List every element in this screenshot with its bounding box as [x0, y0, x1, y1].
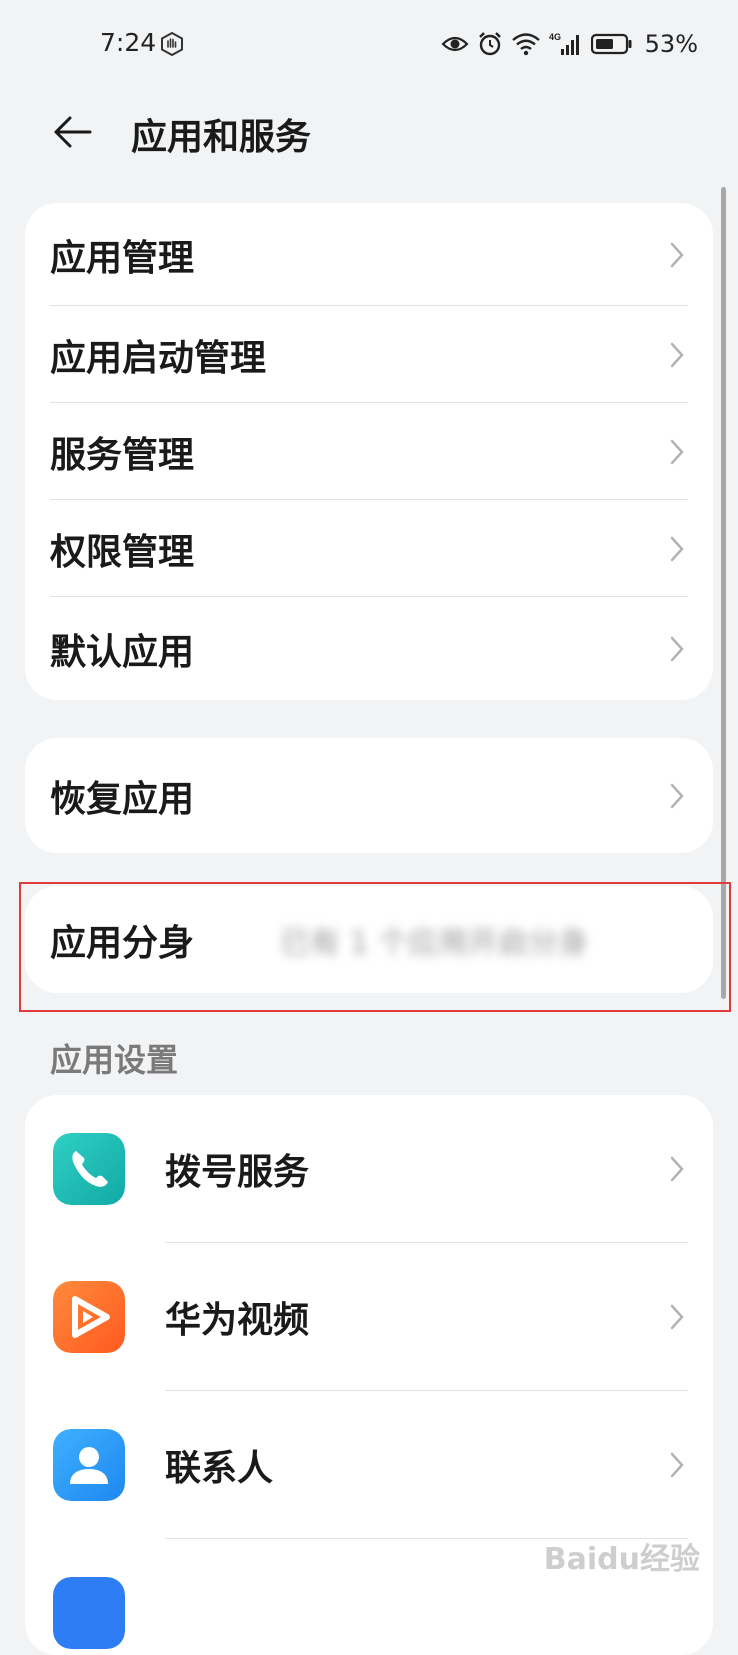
- chevron-right-icon: [670, 536, 684, 561]
- status-time: 7:24: [100, 28, 157, 57]
- list-item-label: 应用启动管理: [50, 337, 267, 379]
- alarm-icon: [478, 32, 501, 56]
- chevron-right-icon: [670, 342, 684, 367]
- list-item-app-management[interactable]: 应用管理: [25, 203, 713, 306]
- list-item-service-management[interactable]: 服务管理: [25, 403, 713, 500]
- highlight-annotation: [19, 882, 731, 1012]
- chevron-right-icon: [670, 1452, 684, 1478]
- video-icon: [53, 1281, 125, 1353]
- chevron-right-icon: [670, 783, 684, 808]
- app-bar: 应用和服务: [0, 92, 738, 180]
- settings-group-app-management: 应用管理 应用启动管理 服务管理 权限管理 默认应用: [25, 203, 713, 700]
- list-item-label: 应用管理: [50, 237, 195, 279]
- phone-icon: [53, 1133, 125, 1205]
- settings-group-restore: 恢复应用: [25, 738, 713, 853]
- list-item-app-launch[interactable]: 应用启动管理: [25, 306, 713, 403]
- chevron-right-icon: [670, 1304, 684, 1330]
- list-item-label: 服务管理: [50, 434, 195, 476]
- list-item-label: 权限管理: [50, 531, 195, 573]
- list-item-label: 联系人: [165, 1448, 274, 1489]
- wifi-icon: [511, 33, 540, 56]
- app-icon: [53, 1577, 125, 1649]
- list-item-label: 恢复应用: [50, 778, 195, 820]
- list-item-contacts[interactable]: 联系人: [25, 1391, 713, 1539]
- back-arrow-icon[interactable]: [50, 110, 94, 154]
- page-title: 应用和服务: [131, 117, 312, 158]
- contacts-icon: [53, 1429, 125, 1501]
- chevron-right-icon: [670, 439, 684, 464]
- list-item-label: 华为视频: [165, 1300, 310, 1341]
- list-item-permissions[interactable]: 权限管理: [25, 500, 713, 597]
- list-item-label: 默认应用: [50, 631, 195, 673]
- chevron-right-icon: [670, 1156, 684, 1182]
- section-header-app-settings: 应用设置: [50, 1041, 179, 1079]
- status-bar: 7:24 4G 53%: [0, 0, 738, 92]
- chevron-right-icon: [670, 636, 684, 661]
- watermark: Baidu经验: [543, 1542, 700, 1577]
- list-item-restore-apps[interactable]: 恢复应用: [25, 738, 713, 853]
- battery-icon: [590, 33, 632, 55]
- chevron-right-icon: [670, 242, 684, 267]
- scrollbar[interactable]: [721, 187, 726, 999]
- list-item-huawei-video[interactable]: 华为视频: [25, 1243, 713, 1391]
- signal-icon: 4G: [549, 32, 579, 55]
- eye-icon: [441, 36, 469, 52]
- list-item-dialer[interactable]: 拨号服务: [25, 1095, 713, 1243]
- svg-text:4G: 4G: [549, 32, 561, 42]
- list-item-default-apps[interactable]: 默认应用: [25, 597, 713, 700]
- status-icons: 4G 53%: [441, 30, 698, 58]
- list-item-label: 拨号服务: [165, 1152, 310, 1193]
- hand-icon: [161, 32, 183, 56]
- battery-percent: 53%: [644, 30, 698, 58]
